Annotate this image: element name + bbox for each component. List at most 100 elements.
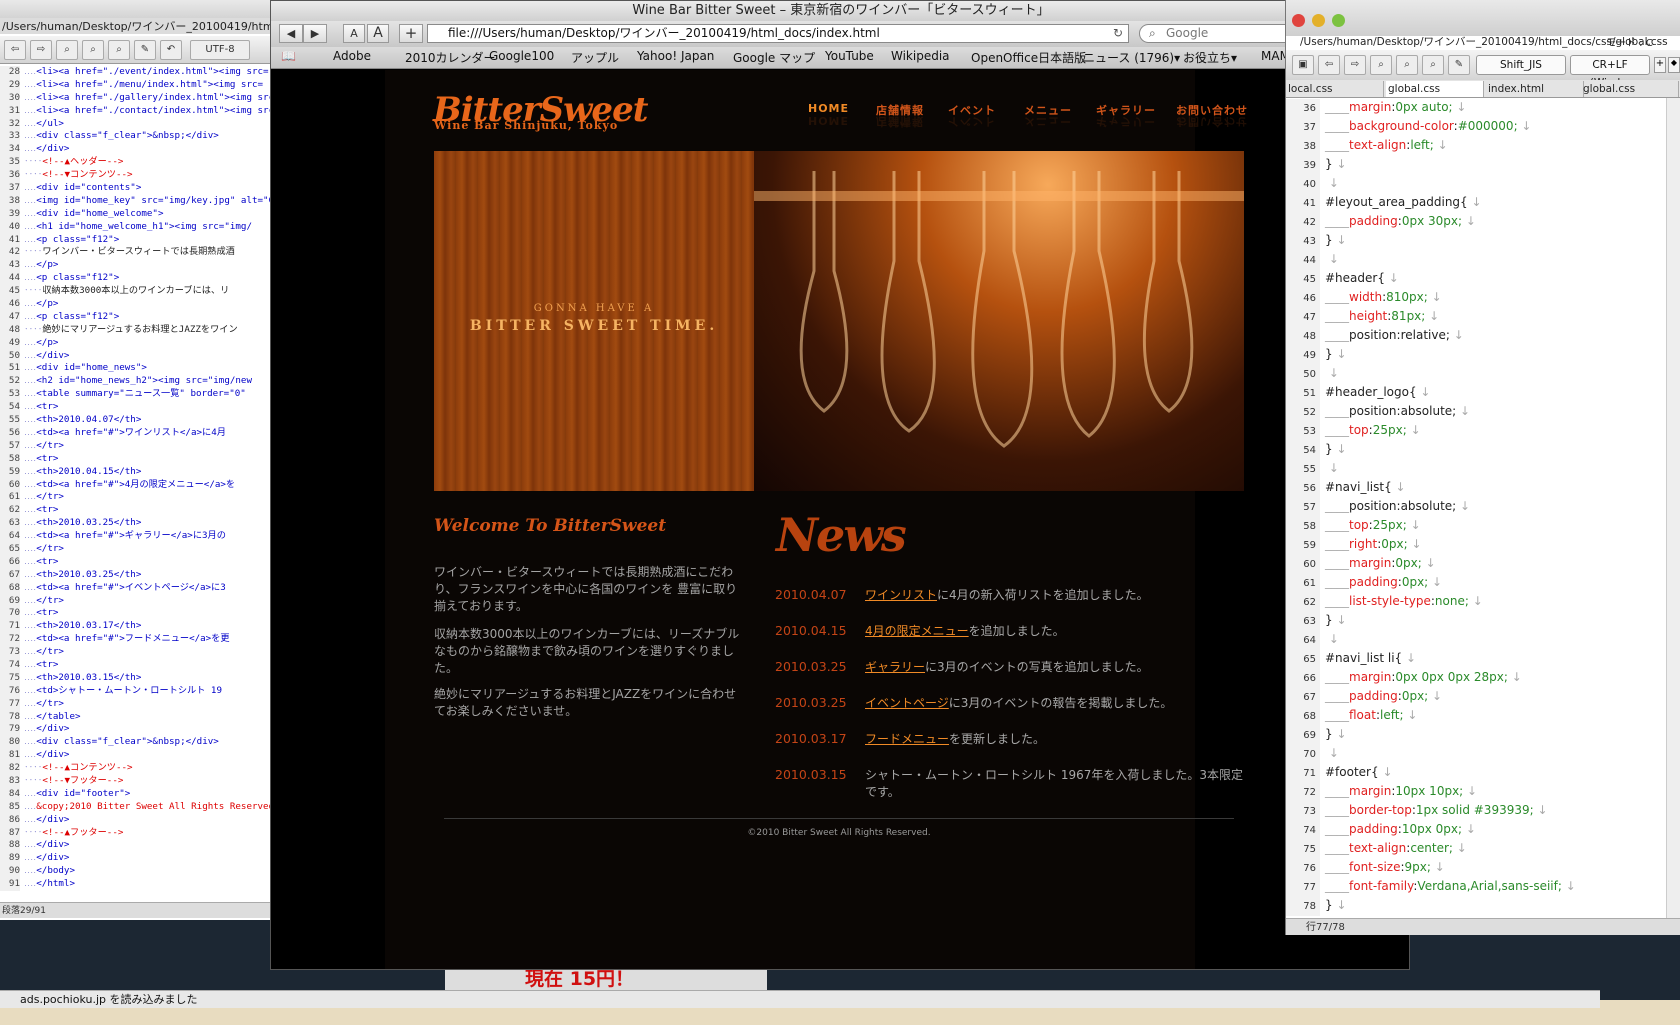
bookmark-item[interactable]: Google100	[489, 49, 554, 63]
css-editor-titlebar[interactable]	[1286, 0, 1680, 36]
code-line[interactable]: 62 ____list-style-type:none; ↓	[1286, 592, 1666, 612]
find-icon[interactable]: ⌕	[1396, 55, 1418, 75]
editor-tab[interactable]: global.css	[1386, 81, 1484, 97]
bookmark-item[interactable]: Wikipedia	[891, 49, 950, 63]
code-line[interactable]: 60 ____margin:0px; ↓	[1286, 554, 1666, 574]
news-link[interactable]: ワインリスト	[865, 588, 937, 602]
code-line[interactable]: 70 ‥‥<tr>	[0, 607, 275, 621]
code-line[interactable]: 63} ↓	[1286, 611, 1666, 631]
code-line[interactable]: 67 ____padding:0px; ↓	[1286, 687, 1666, 707]
back-icon[interactable]: ⇦	[4, 40, 26, 60]
code-line[interactable]: 47 ‥‥<p class="f12">	[0, 310, 275, 324]
code-line[interactable]: 50 ↓	[1286, 364, 1666, 384]
code-line[interactable]: 64 ↓	[1286, 630, 1666, 650]
code-line[interactable]: 81 ‥‥</div>	[0, 749, 275, 763]
code-line[interactable]: 82 ‥‥<!--▲コンテンツ-->	[0, 762, 275, 775]
code-line[interactable]: 75 ‥‥<th>2010.03.15</th>	[0, 671, 275, 685]
code-line[interactable]: 72 ‥‥<td><a href="#">フードメニュー</a>を更	[0, 633, 275, 647]
minimize-icon[interactable]	[1312, 14, 1325, 27]
code-line[interactable]: 41 ‥‥<p class="f12">	[0, 233, 275, 247]
code-line[interactable]: 28 ‥‥<li><a href="./event/index.html"><im…	[0, 66, 275, 79]
code-line[interactable]: 36 ____margin:0px auto; ↓	[1286, 98, 1666, 118]
code-line[interactable]: 43} ↓	[1286, 231, 1666, 251]
bookmark-item[interactable]: アップル	[571, 49, 619, 66]
code-line[interactable]: 37 ‥‥<div id="contents">	[0, 182, 275, 195]
replace-icon[interactable]: ⌕	[1422, 55, 1444, 75]
code-line[interactable]: 88 ‥‥</div>	[0, 839, 275, 853]
forward-button[interactable]: ▶	[303, 24, 327, 43]
bookmark-item[interactable]: Yahoo! Japan	[637, 49, 714, 63]
code-line[interactable]: 58 ____top:25px; ↓	[1286, 516, 1666, 536]
code-line[interactable]: 46 ____width:810px; ↓	[1286, 288, 1666, 308]
code-line[interactable]: 65 ‥‥</tr>	[0, 542, 275, 556]
code-line[interactable]: 48 ‥‥絶妙にマリアージュするお料理とJAZZをワイン	[0, 323, 275, 337]
code-line[interactable]: 48 ____position:relative; ↓	[1286, 326, 1666, 346]
code-line[interactable]: 68 ____float:left; ↓	[1286, 706, 1666, 726]
encoding-select[interactable]: Shift_JIS	[1476, 55, 1566, 75]
code-line[interactable]: 53 ‥‥<table summary="ニュース一覧" border="0"	[0, 388, 275, 402]
code-line[interactable]: 34 ‥‥</div>	[0, 143, 275, 157]
code-line[interactable]: 47 ____height:81px; ↓	[1286, 307, 1666, 327]
bookmark-item[interactable]: OpenOffice日本語版	[971, 49, 1086, 66]
font-larger-button[interactable]: A	[367, 24, 389, 43]
code-line[interactable]: 77 ‥‥</tr>	[0, 697, 275, 711]
code-line[interactable]: 74 ‥‥<tr>	[0, 658, 275, 672]
code-line[interactable]: 59 ____right:0px; ↓	[1286, 535, 1666, 555]
code-line[interactable]: 32 ‥‥</ul>	[0, 117, 275, 131]
reload-icon[interactable]: ↻	[1113, 26, 1123, 40]
code-line[interactable]: 87 ‥‥<!--▲フッター-->	[0, 826, 275, 840]
code-line[interactable]: 69 ‥‥</tr>	[0, 594, 275, 608]
code-line[interactable]: 86 ‥‥</div>	[0, 813, 275, 827]
code-line[interactable]: 41 #leyout_area_padding{ ↓	[1286, 193, 1666, 213]
html-code-area[interactable]: 28 ‥‥ <li><a href="./event/index.html"><im…	[0, 66, 275, 902]
code-line[interactable]: 68 ‥‥<td><a href="#">イベントページ</a>に3	[0, 581, 275, 595]
code-line[interactable]: 70 ↓	[1286, 744, 1666, 764]
code-line[interactable]: 84 ‥‥<div id="footer">	[0, 787, 275, 801]
code-line[interactable]: 78} ↓	[1286, 896, 1666, 916]
code-line[interactable]: 65 #navi_list li{ ↓	[1286, 649, 1666, 669]
code-line[interactable]: 39} ↓	[1286, 155, 1666, 175]
code-line[interactable]: 77 ____font-family:Verdana,Arial,sans-sei…	[1286, 877, 1666, 897]
code-line[interactable]: 60 ‥‥<td><a href="#">4月の限定メニュー</a>を	[0, 478, 275, 492]
news-link[interactable]: 4月の限定メニュー	[865, 624, 969, 638]
news-link[interactable]: ギャラリー	[865, 660, 925, 674]
css-editor-scrollbar[interactable]	[1666, 98, 1680, 918]
css-code-area[interactable]: 36 ____margin:0px auto; ↓ 37 ____background…	[1286, 98, 1666, 918]
linebreak-select[interactable]: CR+LF (Wind...	[1570, 55, 1650, 89]
code-line[interactable]: 56 ‥‥<td><a href="#">ワインリスト</a>に4月	[0, 426, 275, 440]
code-line[interactable]: 91 ‥‥</html>	[0, 878, 275, 892]
code-line[interactable]: 36 ‥‥<!--▼コンテンツ-->	[0, 169, 275, 183]
code-line[interactable]: 50 ‥‥</div>	[0, 349, 275, 363]
search-field[interactable]: Google	[1139, 24, 1299, 43]
code-line[interactable]: 42 ‥‥ワインバー・ビタースウィートでは長期熟成酒	[0, 246, 275, 260]
code-line[interactable]: 38 ‥‥<img id="home_key" src="img/key.jpg"…	[0, 194, 275, 208]
code-line[interactable]: 58 ‥‥<tr>	[0, 452, 275, 466]
code-line[interactable]: 69} ↓	[1286, 725, 1666, 745]
code-line[interactable]: 56 #navi_list{ ↓	[1286, 478, 1666, 498]
code-line[interactable]: 53 ____top:25px; ↓	[1286, 421, 1666, 441]
close-icon[interactable]	[1292, 14, 1305, 27]
code-line[interactable]: 75 ____text-align:center; ↓	[1286, 839, 1666, 859]
code-line[interactable]: 31 ‥‥<li><a href="./contact/index.html"><…	[0, 104, 275, 118]
css-editor-window[interactable]: /Users/human/Desktop/ワインバー_20100419/html…	[1285, 0, 1680, 935]
code-line[interactable]: 46 ‥‥</p>	[0, 298, 275, 311]
editor-tab[interactable]: global.css	[1581, 81, 1679, 97]
code-line[interactable]: 61 ‥‥</tr>	[0, 491, 275, 505]
code-line[interactable]: 80 ‥‥<div class="f_clear">&nbsp;</div>	[0, 736, 275, 750]
font-smaller-button[interactable]: A	[343, 24, 365, 43]
save-icon[interactable]: ▣	[1292, 55, 1314, 75]
code-line[interactable]: 66 ____margin:0px 0px 0px 28px; ↓	[1286, 668, 1666, 688]
code-line[interactable]: 42 ____padding:0px 30px; ↓	[1286, 212, 1666, 232]
news-link[interactable]: イベントページ	[865, 696, 949, 710]
bookmarks-book-icon[interactable]: 📖	[281, 49, 296, 63]
code-line[interactable]: 35 ‥‥<!--▲ヘッダー-->	[0, 156, 275, 170]
code-line[interactable]: 40 ↓	[1286, 174, 1666, 194]
tool-icon[interactable]: ✎	[1448, 55, 1470, 75]
back-button[interactable]: ◀	[279, 24, 303, 43]
encoding-select[interactable]: UTF-8	[190, 40, 250, 60]
replace-icon[interactable]: ⌕	[108, 40, 130, 60]
bookmark-item[interactable]: ニュース (1796)▾	[1083, 49, 1180, 66]
back-icon[interactable]: ⇦	[1318, 55, 1340, 75]
search-icon[interactable]: ⌕	[56, 40, 78, 60]
code-line[interactable]: 57 ____position:absolute; ↓	[1286, 497, 1666, 517]
